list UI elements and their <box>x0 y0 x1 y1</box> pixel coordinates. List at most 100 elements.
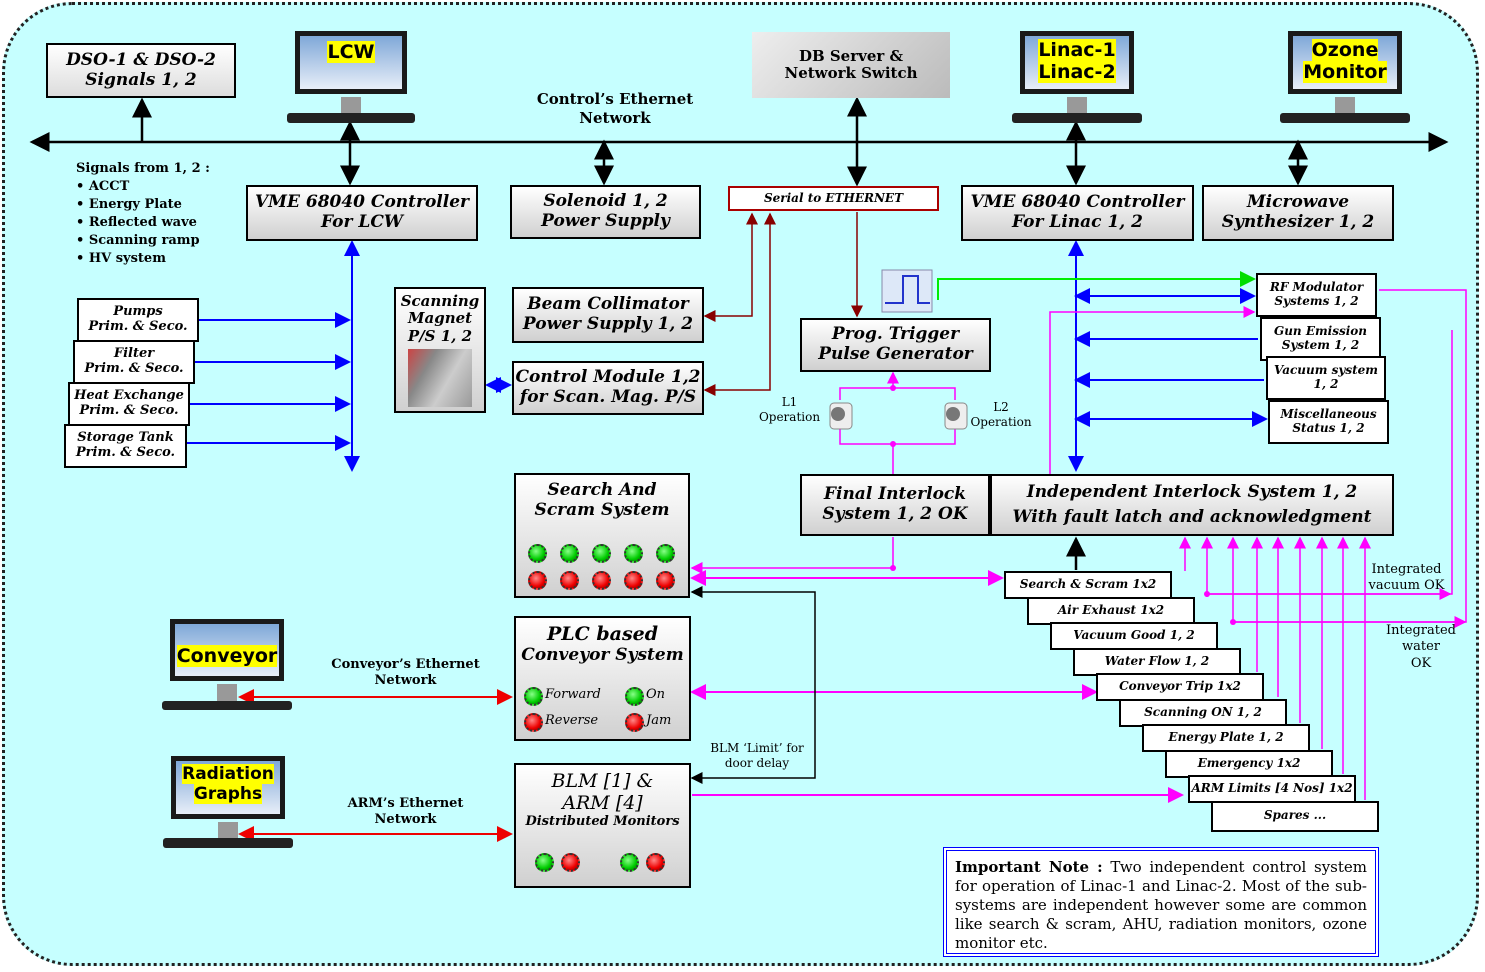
vme-linac-line1: VME 68040 Controller <box>970 192 1185 213</box>
blm-red-2 <box>646 853 665 872</box>
eth-line2: Network <box>579 108 651 127</box>
interlock-input-box: Air Exhaust 1x2 <box>1027 596 1195 625</box>
linac-label-2: Linac-2 <box>1038 61 1116 84</box>
signal-label: Reflected wave <box>88 215 197 230</box>
vo-line2: vacuum OK <box>1368 578 1445 594</box>
signal-label: HV system <box>88 251 166 266</box>
vacuum-ok-label: Integrated vacuum OK <box>1364 562 1449 595</box>
fi-line1: Final Interlock <box>823 484 967 505</box>
interlock-input-box: Search & Scram 1x2 <box>1004 571 1172 599</box>
sm-line2: Magnet <box>407 309 473 328</box>
linac-input-sub: Status 1, 2 <box>1292 421 1365 435</box>
search-ok-indicator <box>560 544 579 563</box>
interlock-input-box: Spares ... <box>1211 800 1379 832</box>
linac-input-box: Miscellaneous Status 1, 2 <box>1268 400 1389 444</box>
magnet-photo <box>408 348 472 407</box>
beam-collimator-box: Beam Collimator Power Supply 1, 2 <box>512 287 704 343</box>
reverse-indicator <box>524 713 543 732</box>
solenoid-line2: Power Supply <box>541 211 670 231</box>
arm-network-label: ARM’s Ethernet Network <box>318 796 493 829</box>
l2-op: Operation <box>970 415 1032 429</box>
db-line2: Network Switch <box>784 64 918 82</box>
eth-line1: Control’s Ethernet <box>536 90 694 108</box>
vme-linac-line2: For Linac 1, 2 <box>1012 212 1143 232</box>
blm-line2: ARM [4] <box>562 791 643 814</box>
final-interlock-box: Final Interlock System 1, 2 OK <box>800 474 990 536</box>
db-server-box: DB Server & Network Switch <box>752 32 950 98</box>
vme-lcw-box: VME 68040 Controller For LCW <box>246 185 478 241</box>
interlock-input-label: Vacuum Good 1, 2 <box>1073 628 1195 643</box>
ss-line2: Scram System <box>534 499 670 520</box>
pulse-waveform-icon <box>881 269 933 313</box>
interlock-input-label: Air Exhaust 1x2 <box>1057 602 1165 617</box>
interlock-input-label: Scanning ON 1, 2 <box>1144 704 1262 719</box>
important-note: Important Note : Two independent control… <box>943 847 1379 957</box>
search-fault-indicator <box>592 571 611 590</box>
interlock-input-box: Emergency 1x2 <box>1165 749 1333 778</box>
interlock-input-label: Emergency 1x2 <box>1197 755 1301 770</box>
signal-item: • ACCT <box>76 179 130 194</box>
radiation-label-2: Graphs <box>193 783 263 804</box>
l1-op: Operation <box>758 410 821 424</box>
lcw-monitor-label: LCW <box>327 41 375 64</box>
ii-line2: With fault latch and acknowledgment <box>1012 507 1372 527</box>
interlock-input-box: Energy Plate 1, 2 <box>1142 724 1310 752</box>
signal-item: • Energy Plate <box>76 197 182 212</box>
linac-label-1: Linac-1 <box>1038 39 1116 62</box>
lcw-input-name: Pumps <box>113 304 163 320</box>
signal-label: Scanning ramp <box>88 233 200 248</box>
dso-line1: DSO-1 & DSO-2 <box>66 49 216 70</box>
signal-item: • HV system <box>76 251 166 266</box>
interlock-input-box: Vacuum Good 1, 2 <box>1050 622 1218 650</box>
signal-item: • Scanning ramp <box>76 233 200 248</box>
interlock-input-box: Conveyor Trip 1x2 <box>1096 673 1264 701</box>
bl-line1: BLM ‘Limit’ for <box>710 741 804 755</box>
db-line1: DB Server & <box>798 46 904 65</box>
cm-line1: Control Module 1,2 <box>515 367 701 388</box>
search-ok-indicator <box>592 544 611 563</box>
sm-line3: P/S 1, 2 <box>407 326 473 345</box>
key-switch-l2-icon <box>944 402 968 430</box>
plc-line1: PLC based <box>546 623 659 645</box>
interlock-input-label: Conveyor Trip 1x2 <box>1119 679 1241 694</box>
cn-line1: Conveyor’s Ethernet <box>331 657 480 672</box>
lcw-input-name: Filter <box>113 346 155 362</box>
vme-linac-box: VME 68040 Controller For Linac 1, 2 <box>961 185 1194 241</box>
lcw-input-sub: Prim. & Seco. <box>79 403 179 418</box>
bc-line1: Beam Collimator <box>527 294 689 315</box>
microwave-line2: Synthesizer 1, 2 <box>1221 212 1375 232</box>
an-line1: ARM’s Ethernet <box>347 796 464 811</box>
lcw-input-sub: Prim. & Seco. <box>84 361 184 376</box>
interlock-input-box: ARM Limits [4 Nos] 1x2 <box>1188 775 1356 803</box>
prog-trigger-box: Prog. Trigger Pulse Generator <box>800 318 991 372</box>
plc-line2: Conveyor System <box>521 644 684 665</box>
lcw-input-name: Heat Exchange <box>74 388 184 404</box>
forward-label: Forward <box>545 687 601 702</box>
interlock-input-label: Spares ... <box>1263 808 1327 823</box>
signal-item: • Reflected wave <box>76 215 197 230</box>
note-heading: Important Note : <box>955 858 1103 876</box>
lcw-input-box: Storage Tank Prim. & Seco. <box>64 424 187 468</box>
search-ok-indicator <box>624 544 643 563</box>
search-fault-indicator <box>624 571 643 590</box>
water-ok-label: Integrated water OK <box>1366 623 1476 672</box>
forward-indicator <box>524 687 543 706</box>
conveyor-monitor-label: Conveyor <box>176 645 278 668</box>
fi-line2: System 1, 2 OK <box>822 504 968 524</box>
radiation-label-1: Radiation <box>182 764 274 785</box>
interlock-input-box: Water Flow 1, 2 <box>1073 647 1241 676</box>
linac-input-name: Gun Emission <box>1273 324 1368 339</box>
control-ethernet-label: Control’s Ethernet Network <box>515 90 715 128</box>
lcw-input-sub: Prim. & Seco. <box>88 319 188 334</box>
blm-green-1 <box>535 853 554 872</box>
interlock-input-box: Scanning ON 1, 2 <box>1119 698 1287 727</box>
vo-line1: Integrated <box>1371 562 1442 577</box>
dso-line2: Signals 1, 2 <box>85 69 197 90</box>
signals-title: Signals from 1, 2 : <box>76 161 210 176</box>
jam-indicator <box>625 713 644 732</box>
linac-input-name: Vacuum system <box>1274 363 1378 378</box>
interlock-input-label: Energy Plate 1, 2 <box>1168 730 1284 745</box>
radiation-monitor: Radiation Graphs <box>163 752 293 848</box>
blm-line1: BLM [1] & <box>551 770 654 792</box>
wo-line2: OK <box>1410 655 1432 671</box>
